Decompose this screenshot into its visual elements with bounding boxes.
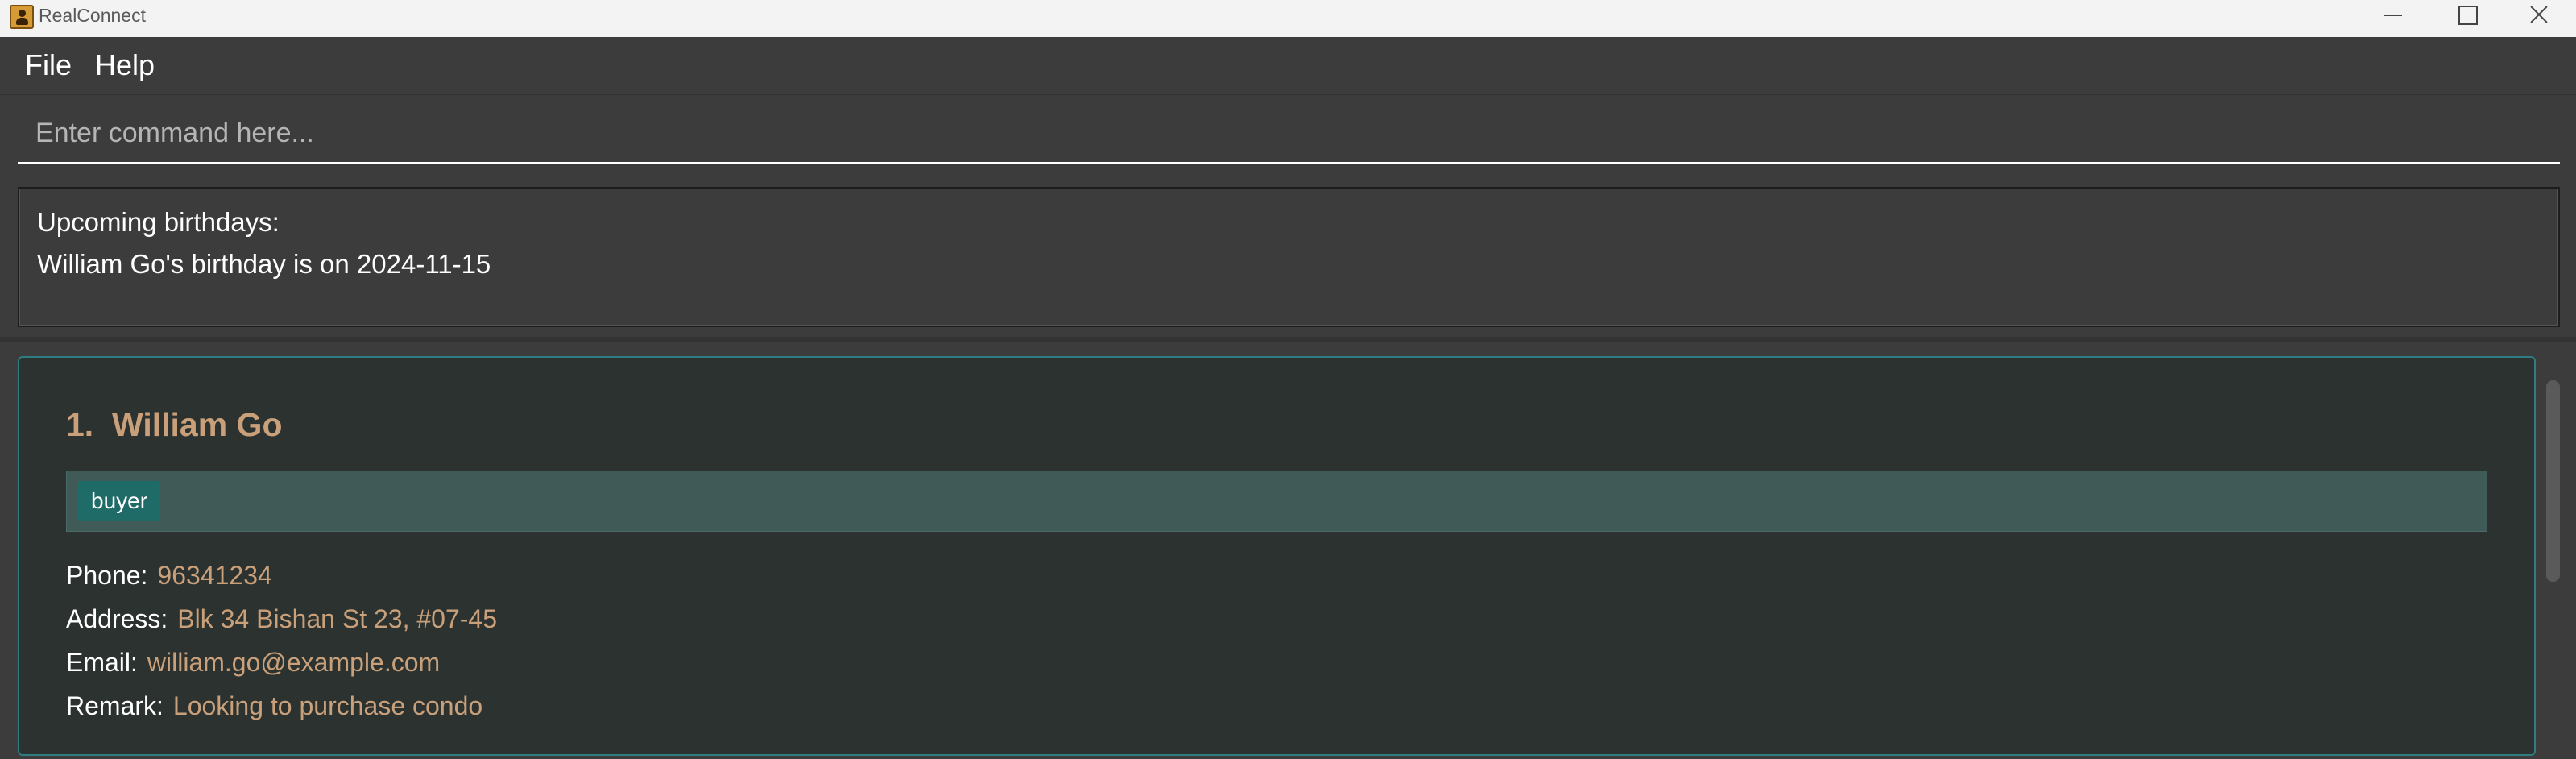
- address-value: Blk 34 Bishan St 23, #07-45: [177, 604, 497, 633]
- window-title: RealConnect: [39, 5, 146, 26]
- title-bar: RealConnect: [0, 0, 2576, 37]
- person-name-heading: 1. William Go: [66, 406, 283, 444]
- menu-help[interactable]: Help: [95, 48, 155, 82]
- command-input[interactable]: [18, 105, 2560, 164]
- remark-value: Looking to purchase condo: [172, 691, 483, 720]
- phone-field: Phone: 96341234: [66, 561, 272, 591]
- tag-row: buyer: [66, 471, 2487, 532]
- tag-badge: buyer: [78, 481, 161, 521]
- remark-field: Remark: Looking to purchase condo: [66, 691, 482, 721]
- command-box: [0, 95, 2576, 176]
- maximize-icon[interactable]: [2429, 0, 2502, 31]
- list-scrollbar[interactable]: [2545, 356, 2560, 759]
- menu-file[interactable]: File: [25, 48, 72, 82]
- result-display: Upcoming birthdays: William Go's birthda…: [18, 187, 2560, 327]
- scrollbar-thumb[interactable]: [2546, 380, 2560, 582]
- minimize-icon[interactable]: [2356, 0, 2429, 31]
- address-label: Address:: [66, 604, 168, 633]
- app-logo-icon: [10, 5, 34, 29]
- address-field: Address: Blk 34 Bishan St 23, #07-45: [66, 604, 497, 634]
- close-icon[interactable]: [2504, 0, 2576, 31]
- email-label: Email:: [66, 648, 138, 677]
- phone-value: 96341234: [157, 561, 272, 590]
- person-name: William Go: [112, 406, 283, 443]
- remark-label: Remark:: [66, 691, 164, 720]
- result-line-heading: Upcoming birthdays:: [37, 207, 280, 237]
- email-value: william.go@example.com: [147, 648, 441, 677]
- person-list: 1. William Go buyer Phone: 96341234 Addre…: [0, 342, 2576, 759]
- email-field: Email: william.go@example.com: [66, 648, 440, 678]
- phone-label: Phone:: [66, 561, 148, 590]
- person-card[interactable]: 1. William Go buyer Phone: 96341234 Addre…: [18, 356, 2536, 756]
- person-index: 1.: [66, 406, 94, 443]
- result-line-birthday: William Go's birthday is on 2024-11-15: [37, 249, 491, 279]
- menu-bar: File Help: [0, 37, 2576, 95]
